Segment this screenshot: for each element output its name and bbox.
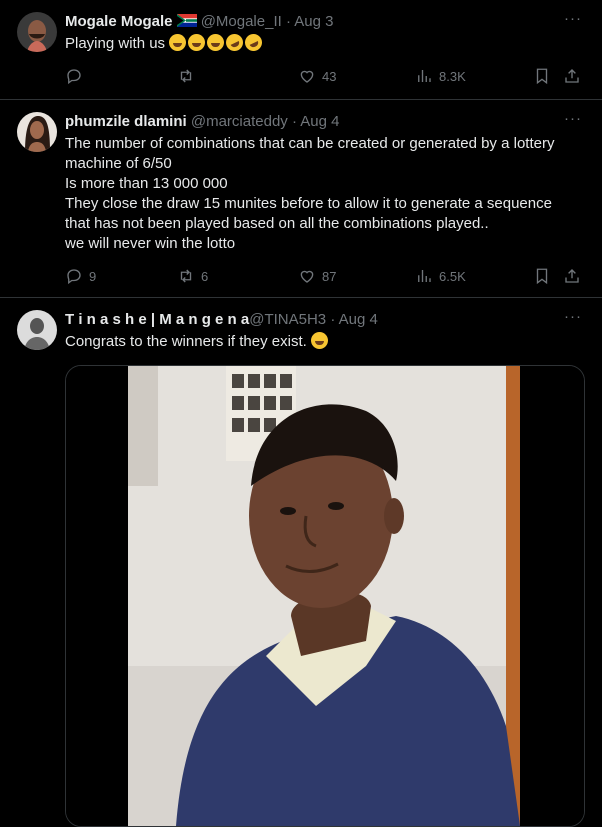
tweet-1[interactable]: Mogale Mogale @Mogale_II · Aug 3 ··· Pla… bbox=[0, 0, 602, 100]
views-icon bbox=[415, 67, 433, 85]
tweet-media[interactable] bbox=[65, 365, 585, 827]
tweet-date[interactable]: · Aug 4 bbox=[292, 113, 340, 130]
author-name[interactable]: T i n a s h e | M a n g e n a bbox=[65, 311, 249, 328]
author-handle[interactable]: @marciateddy bbox=[191, 113, 288, 130]
reply-icon bbox=[65, 67, 83, 85]
grinning-emoji-icon bbox=[310, 332, 328, 349]
repost-count: 6 bbox=[201, 268, 209, 284]
author-name[interactable]: Mogale Mogale bbox=[65, 13, 173, 30]
author-handle[interactable]: @Mogale_II bbox=[201, 13, 282, 30]
views-icon bbox=[415, 267, 433, 285]
reply-count: 9 bbox=[89, 268, 97, 284]
action-bar: 43 8.3K bbox=[65, 66, 584, 86]
tweet-text-line: They close the draw 15 munites before to… bbox=[65, 195, 552, 212]
views-button[interactable]: 6.5K bbox=[415, 266, 466, 286]
tweet-date[interactable]: · Aug 3 bbox=[286, 13, 334, 30]
avatar-image bbox=[17, 12, 57, 52]
tweet-header: phumzile dlamini @marciateddy · Aug 4 bbox=[65, 112, 542, 132]
tweet-2[interactable]: phumzile dlamini @marciateddy · Aug 4 ··… bbox=[0, 100, 602, 298]
tweet-text: Playing with us bbox=[65, 31, 588, 54]
action-bar: 9 6 87 6.5K bbox=[65, 266, 584, 286]
tweet-text-line: Is more than 13 000 000 bbox=[65, 175, 228, 192]
reply-icon bbox=[65, 267, 83, 285]
more-icon[interactable]: ··· bbox=[564, 308, 582, 325]
like-button[interactable]: 43 bbox=[298, 66, 336, 86]
tweet-text-line: Congrats to the winners if they exist. bbox=[65, 333, 307, 350]
tweet-header: Mogale Mogale @Mogale_II · Aug 3 bbox=[65, 12, 542, 32]
tweet-text-line: machine of 6/50 bbox=[65, 155, 172, 172]
more-icon[interactable]: ··· bbox=[564, 10, 582, 27]
avatar[interactable] bbox=[17, 310, 57, 350]
tweet-text-line: Playing with us bbox=[65, 35, 166, 52]
like-count: 87 bbox=[322, 268, 337, 284]
repost-icon bbox=[177, 267, 195, 285]
south-africa-flag-icon bbox=[176, 14, 197, 27]
repost-icon bbox=[177, 67, 195, 85]
tweet-text-line: we will never win the lotto bbox=[65, 235, 236, 252]
tweet-header: T i n a s h e | M a n g e n a@TINA5H3 · … bbox=[65, 310, 542, 330]
like-button[interactable]: 87 bbox=[298, 266, 336, 286]
bookmark-icon bbox=[533, 267, 551, 285]
share-button[interactable] bbox=[563, 66, 581, 86]
views-count: 8.3K bbox=[439, 68, 466, 84]
avatar[interactable] bbox=[17, 12, 57, 52]
author-name[interactable]: phumzile dlamini bbox=[65, 113, 187, 130]
author-handle[interactable]: @TINA5H3 bbox=[249, 311, 326, 328]
avatar-image bbox=[17, 310, 57, 350]
reply-button[interactable]: 9 bbox=[65, 266, 96, 286]
tweet-text: Congrats to the winners if they exist. bbox=[65, 332, 588, 352]
bookmark-icon bbox=[533, 67, 551, 85]
heart-icon bbox=[298, 267, 316, 285]
tweet-date[interactable]: · Aug 4 bbox=[330, 311, 378, 328]
tweet-text-line: The number of combinations that can be c… bbox=[65, 135, 555, 152]
views-count: 6.5K bbox=[439, 268, 466, 284]
bookmark-button[interactable] bbox=[533, 66, 551, 86]
repost-button[interactable] bbox=[177, 66, 201, 86]
more-icon[interactable]: ··· bbox=[564, 110, 582, 127]
avatar-image bbox=[17, 112, 57, 152]
views-button[interactable]: 8.3K bbox=[415, 66, 466, 86]
laughing-emoji-icon bbox=[169, 31, 266, 54]
tweet-text: The number of combinations that can be c… bbox=[65, 134, 588, 254]
like-count: 43 bbox=[322, 68, 337, 84]
share-button[interactable] bbox=[563, 266, 581, 286]
reply-button[interactable] bbox=[65, 66, 89, 86]
avatar[interactable] bbox=[17, 112, 57, 152]
tweet-text-line: that has not been played based on all th… bbox=[65, 215, 489, 232]
bookmark-button[interactable] bbox=[533, 266, 551, 286]
heart-icon bbox=[298, 67, 316, 85]
media-photo bbox=[66, 366, 584, 826]
share-icon bbox=[563, 67, 581, 85]
repost-button[interactable]: 6 bbox=[177, 266, 208, 286]
share-icon bbox=[563, 267, 581, 285]
